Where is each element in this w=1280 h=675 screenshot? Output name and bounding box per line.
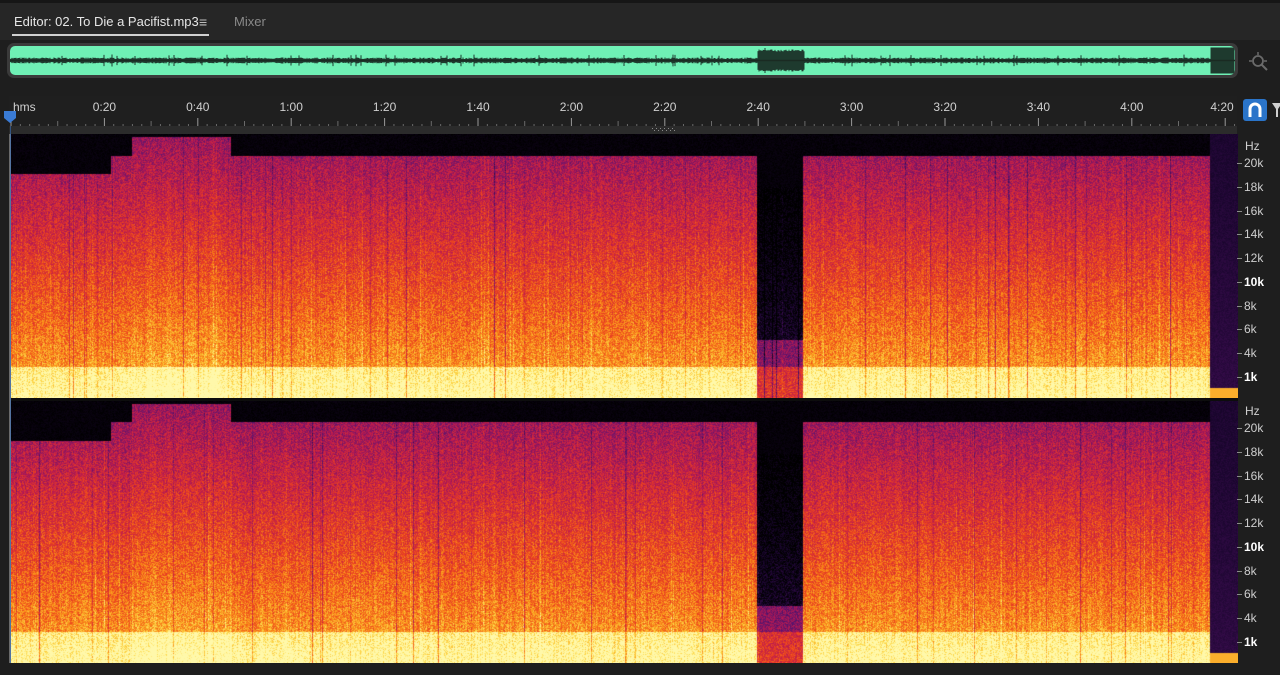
ruler-label: 0:20	[92, 100, 117, 114]
ruler-label: 4:20	[1210, 100, 1234, 114]
hz-tick	[1237, 186, 1242, 188]
hz-label: 20k	[1244, 421, 1264, 435]
hz-tick	[1237, 163, 1242, 164]
snap-button[interactable]	[1243, 99, 1267, 121]
hz-tick	[1237, 570, 1242, 572]
hz-label: 4k	[1244, 611, 1257, 626]
hz-label: 16k	[1244, 468, 1264, 483]
ruler-label: 3:40	[1026, 100, 1051, 114]
magnet-icon	[1248, 102, 1262, 117]
hz-tick	[1237, 210, 1242, 212]
hz-tick	[1237, 594, 1242, 596]
zoom-magnifier-icon[interactable]	[1247, 50, 1271, 74]
hz-label: 6k	[1244, 322, 1257, 337]
hz-tick	[1237, 546, 1242, 548]
hz-unit-label: Hz	[1245, 139, 1260, 153]
editor-tab-bar: Editor: 02. To Die a Pacifist.mp3 ≡ Mixe…	[0, 0, 1280, 40]
splitter-grip-icon[interactable]	[652, 128, 676, 132]
ruler-label: 1:20	[372, 100, 397, 114]
hz-tick	[1237, 642, 1242, 643]
ruler-label: 3:20	[933, 100, 957, 114]
tab-mixer[interactable]: Mixer	[234, 14, 266, 29]
ruler-label: 1:40	[466, 100, 490, 114]
hz-label: 8k	[1244, 298, 1257, 313]
hz-label: 20k	[1244, 156, 1264, 170]
spectrogram-channel-2[interactable]	[11, 401, 1238, 663]
ruler-label: 1:00	[279, 100, 303, 114]
playhead-line	[10, 126, 11, 663]
hz-tick	[1237, 428, 1242, 429]
hz-label: 1k	[1244, 635, 1258, 649]
ruler-label: 0:40	[186, 100, 210, 114]
ruler-label: 3:00	[839, 100, 864, 114]
spectrogram-channel-1[interactable]	[11, 134, 1238, 398]
hz-tick	[1237, 305, 1242, 307]
hz-label: 16k	[1244, 203, 1264, 218]
hz-tick	[1237, 281, 1242, 283]
hz-label: 14k	[1244, 227, 1264, 242]
hz-label: 14k	[1244, 492, 1264, 507]
hz-tick	[1237, 329, 1242, 331]
hz-tick	[1237, 618, 1242, 620]
hz-label: 10k	[1244, 539, 1265, 554]
hz-tick	[1237, 499, 1242, 501]
funnel-icon[interactable]	[1272, 100, 1280, 120]
hz-label: 18k	[1244, 179, 1264, 194]
hz-label: 12k	[1244, 251, 1264, 266]
ruler-label: 2:00	[559, 100, 584, 114]
hz-label: 1k	[1244, 370, 1258, 384]
editor-bottom-edge	[0, 663, 1280, 675]
hz-tick	[1237, 258, 1242, 260]
overview-waveform	[10, 47, 1235, 74]
hz-label: 8k	[1244, 563, 1257, 578]
hz-tick	[1237, 234, 1242, 236]
hz-label: 10k	[1244, 274, 1265, 289]
hz-label: 12k	[1244, 516, 1264, 531]
panel-splitter[interactable]	[9, 126, 1237, 134]
active-tab-indicator	[12, 34, 209, 36]
ruler-label: 4:00	[1120, 100, 1144, 114]
overview-navigator[interactable]	[7, 43, 1238, 78]
ruler-label: 2:40	[746, 100, 770, 114]
hz-tick	[1237, 353, 1242, 355]
hz-unit-label: Hz	[1245, 404, 1260, 418]
hz-tick	[1237, 377, 1242, 378]
hz-label: 18k	[1244, 444, 1264, 459]
ruler-label: 2:20	[653, 100, 677, 114]
hz-tick	[1237, 523, 1242, 525]
hz-label: 4k	[1244, 346, 1257, 361]
playhead-marker-icon[interactable]	[3, 110, 17, 124]
panel-menu-icon[interactable]: ≡	[199, 14, 207, 30]
tab-editor[interactable]: Editor: 02. To Die a Pacifist.mp3	[14, 14, 199, 29]
hz-tick	[1237, 451, 1242, 453]
hz-label: 6k	[1244, 587, 1257, 602]
hz-tick	[1237, 475, 1242, 477]
